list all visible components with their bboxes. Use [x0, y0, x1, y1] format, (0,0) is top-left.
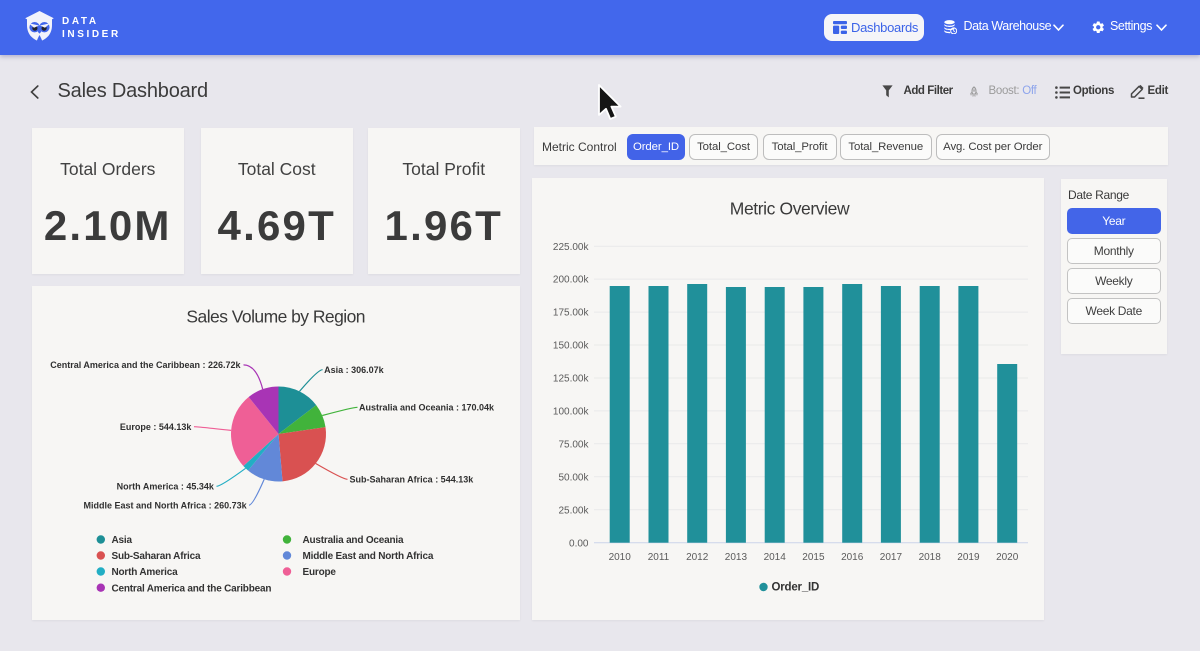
svg-text:Europe: Europe — [302, 567, 336, 578]
svg-text:North America : 45.34k: North America : 45.34k — [116, 481, 214, 491]
svg-text:Sales Volume by Region: Sales Volume by Region — [186, 306, 365, 326]
svg-text:125.00k: 125.00k — [553, 374, 590, 385]
svg-text:75.00k: 75.00k — [558, 439, 589, 450]
svg-text:Order_ID: Order_ID — [772, 582, 820, 594]
svg-text:0.00: 0.00 — [569, 538, 589, 549]
svg-text:2011: 2011 — [648, 552, 670, 563]
svg-text:Europe : 544.13k: Europe : 544.13k — [119, 421, 192, 431]
svg-text:2014: 2014 — [764, 552, 787, 563]
svg-text:Australia and Oceania : 170.04: Australia and Oceania : 170.04k — [359, 402, 495, 412]
svg-text:25.00k: 25.00k — [558, 505, 589, 516]
svg-text:North America: North America — [111, 567, 178, 578]
svg-text:2019: 2019 — [957, 552, 980, 563]
svg-text:175.00k: 175.00k — [553, 308, 590, 319]
svg-text:2015: 2015 — [802, 552, 825, 563]
svg-text:Sub-Saharan Africa : 544.13k: Sub-Saharan Africa : 544.13k — [349, 474, 474, 484]
svg-text:200.00k: 200.00k — [553, 275, 590, 286]
svg-text:2018: 2018 — [919, 552, 942, 563]
svg-text:2016: 2016 — [841, 552, 864, 563]
svg-text:Central America and the Caribb: Central America and the Caribbean — [111, 583, 271, 594]
svg-text:Asia: Asia — [111, 535, 132, 546]
svg-text:2017: 2017 — [880, 552, 903, 563]
svg-text:50.00k: 50.00k — [558, 472, 589, 483]
svg-text:Middle East and North Africa :: Middle East and North Africa : 260.73k — [83, 500, 247, 510]
svg-text:2020: 2020 — [996, 552, 1019, 563]
svg-text:Australia and Oceania: Australia and Oceania — [302, 535, 403, 546]
svg-text:Metric Overview: Metric Overview — [730, 199, 850, 219]
svg-text:225.00k: 225.00k — [553, 242, 590, 253]
svg-text:Asia : 306.07k: Asia : 306.07k — [324, 364, 385, 374]
svg-text:100.00k: 100.00k — [553, 407, 590, 418]
svg-text:Central America and the Caribb: Central America and the Caribbean : 226.… — [50, 360, 241, 370]
svg-text:2010: 2010 — [609, 552, 632, 563]
svg-text:Middle East and North Africa: Middle East and North Africa — [302, 551, 433, 562]
svg-text:2012: 2012 — [686, 552, 709, 563]
svg-text:150.00k: 150.00k — [553, 341, 590, 352]
svg-text:2013: 2013 — [725, 552, 748, 563]
svg-text:Sub-Saharan Africa: Sub-Saharan Africa — [111, 551, 200, 562]
